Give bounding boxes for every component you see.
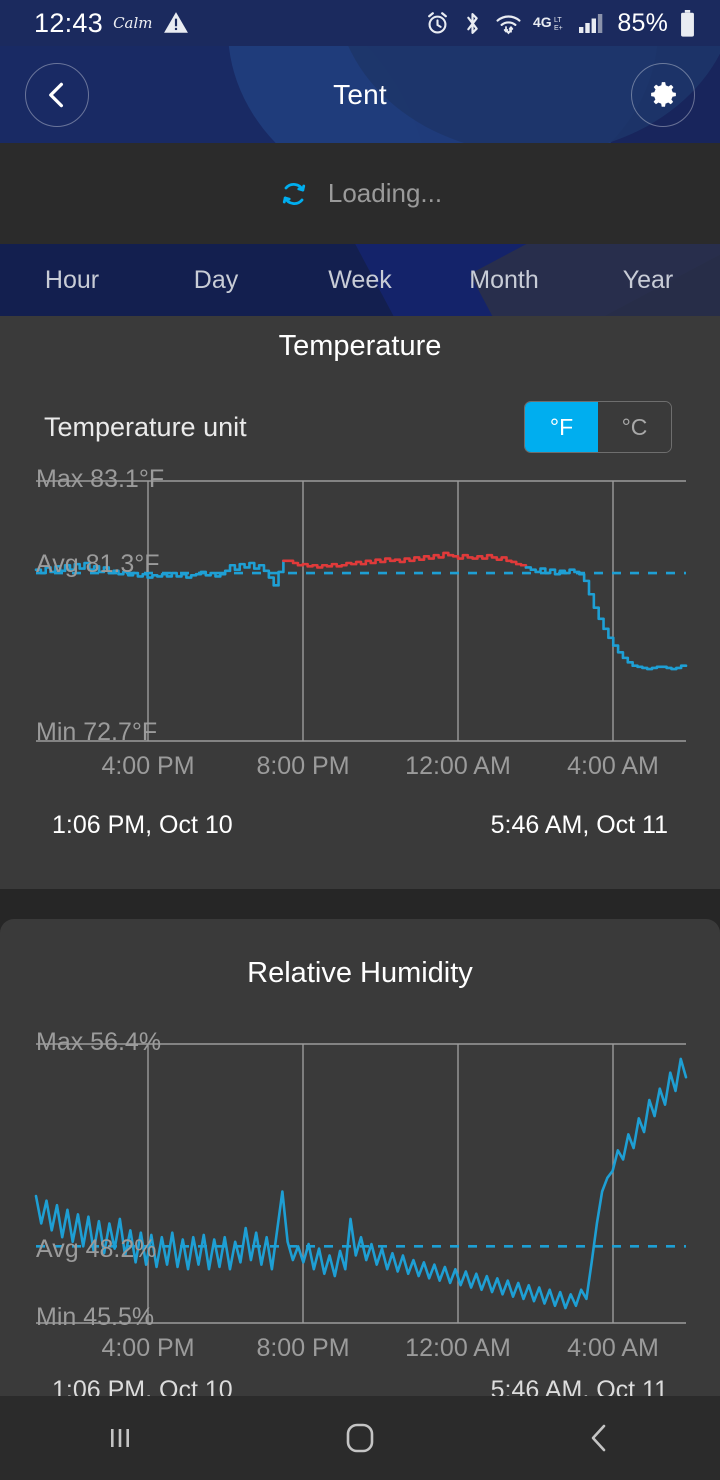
svg-text:E+: E+ <box>554 25 563 32</box>
humidity-chart-svg: 4:00 PM 8:00 PM 12:00 AM 4:00 AM <box>34 1043 688 1362</box>
temperature-chart[interactable]: Max 83.1°F Avg 81.3°F Min 72.7°F 4:00 PM… <box>0 453 720 803</box>
4g-lte-icon: 4G LT E+ <box>533 12 567 34</box>
battery-icon <box>679 9 696 37</box>
svg-text:8:00 PM: 8:00 PM <box>256 1334 349 1362</box>
svg-text:LT: LT <box>554 17 562 24</box>
loading-label: Loading... <box>327 178 443 208</box>
page-title: Tent <box>333 78 387 110</box>
back-nav-button[interactable] <box>480 1421 720 1455</box>
tab-month[interactable]: Month <box>432 266 576 295</box>
app-bar: Tent <box>0 46 720 143</box>
temperature-card: Temperature Temperature unit °F °C Max 8… <box>0 316 720 889</box>
tab-year[interactable]: Year <box>576 266 720 295</box>
svg-text:4:00 AM: 4:00 AM <box>567 752 659 780</box>
temperature-range-row: 1:06 PM, Oct 10 5:46 AM, Oct 11 <box>0 811 720 840</box>
warning-triangle-icon <box>163 10 189 36</box>
status-bar-right: 4G LT E+ 85% <box>425 9 720 38</box>
gear-icon <box>647 78 680 111</box>
unit-option-celsius[interactable]: °C <box>598 402 671 452</box>
bluetooth-icon <box>461 11 484 36</box>
svg-text:4:00 AM: 4:00 AM <box>567 1334 659 1362</box>
tab-hour[interactable]: Hour <box>0 266 144 295</box>
tab-week[interactable]: Week <box>288 266 432 295</box>
svg-text:12:00 AM: 12:00 AM <box>405 752 511 780</box>
svg-text:4G: 4G <box>533 14 552 30</box>
svg-text:4:00 PM: 4:00 PM <box>101 1334 194 1362</box>
humidity-chart[interactable]: Max 56.4% Avg 48.2% Min 45.5% 4:00 PM 8:0… <box>0 1018 720 1368</box>
scroll-content[interactable]: Temperature Temperature unit °F °C Max 8… <box>0 316 720 1480</box>
temperature-unit-row: Temperature unit °F °C <box>0 363 720 453</box>
humidity-card: Relative Humidity Max 56.4% Avg 48.2% Mi… <box>0 919 720 1479</box>
battery-percent-label: 85% <box>617 8 668 37</box>
humidity-card-title: Relative Humidity <box>247 957 473 989</box>
back-button[interactable] <box>25 62 89 127</box>
temperature-card-title: Temperature <box>278 330 442 362</box>
period-tab-bar: Hour Day Week Month Year <box>0 244 720 316</box>
loading-banner: Loading... <box>0 143 720 244</box>
home-button[interactable] <box>240 1418 480 1458</box>
svg-text:4:00 PM: 4:00 PM <box>101 752 194 780</box>
system-nav-bar <box>0 1396 720 1480</box>
temperature-chart-svg: 4:00 PM 8:00 PM 12:00 AM 4:00 AM <box>34 480 688 780</box>
temperature-range-end: 5:46 AM, Oct 11 <box>490 811 668 839</box>
cellular-signal-icon <box>578 11 606 35</box>
recents-icon <box>103 1421 137 1455</box>
status-bar-left: 12:43 Calm <box>0 8 189 39</box>
home-icon <box>340 1418 380 1458</box>
svg-text:8:00 PM: 8:00 PM <box>256 752 349 780</box>
tab-day[interactable]: Day <box>144 266 288 295</box>
svg-text:12:00 AM: 12:00 AM <box>405 1334 511 1362</box>
unit-option-fahrenheit[interactable]: °F <box>525 402 598 452</box>
temperature-unit-label: Temperature unit <box>44 411 247 442</box>
temperature-unit-toggle[interactable]: °F °C <box>524 401 672 453</box>
alarm-clock-icon <box>425 11 450 36</box>
back-icon <box>583 1421 617 1455</box>
settings-button[interactable] <box>631 62 695 127</box>
recents-button[interactable] <box>0 1421 240 1455</box>
status-bar: 12:43 Calm 4G LT E+ 85% <box>0 0 720 46</box>
calm-app-icon: Calm <box>113 14 153 32</box>
refresh-spinner-icon <box>278 178 310 210</box>
wifi-icon <box>495 11 522 36</box>
status-clock: 12:43 <box>34 7 104 38</box>
chevron-left-icon <box>42 80 72 110</box>
temperature-range-start: 1:06 PM, Oct 10 <box>52 811 233 839</box>
